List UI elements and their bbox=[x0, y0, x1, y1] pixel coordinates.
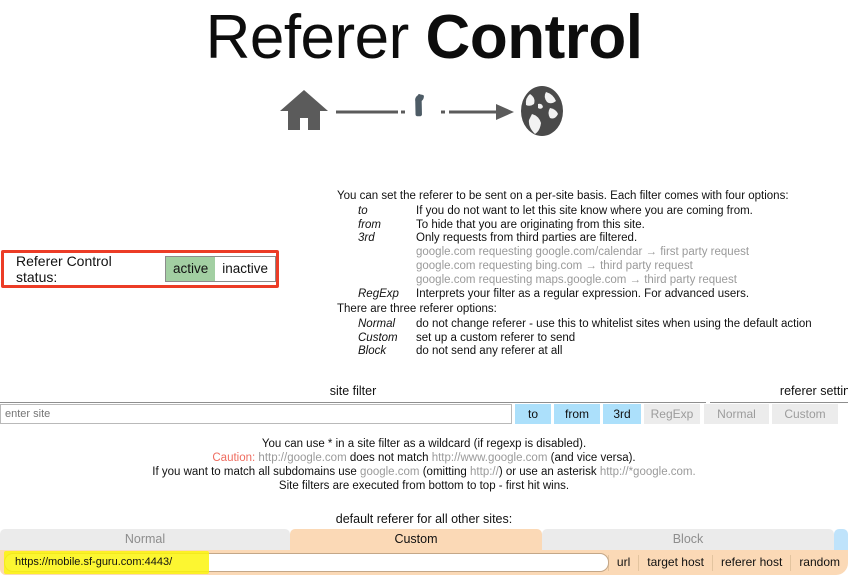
caution-line3-e: ) or use an asterisk bbox=[498, 466, 597, 478]
site-filter-input[interactable] bbox=[0, 404, 512, 424]
desc-row-3rd: 3rd Only requests from third parties are… bbox=[337, 232, 789, 246]
status-option-inactive[interactable]: inactive bbox=[215, 257, 275, 281]
desc-row-to: to If you do not want to let this site k… bbox=[337, 205, 789, 219]
site-filter-heading: site filter bbox=[329, 384, 377, 398]
referer-settings-divider bbox=[710, 402, 848, 403]
status-option-active[interactable]: active bbox=[165, 257, 216, 281]
default-referer-tabs: Normal Custom Block bbox=[0, 529, 848, 550]
filter-options-description: You can set the referer to be sent on a … bbox=[337, 190, 789, 301]
filter-option-3rd[interactable]: 3rd bbox=[603, 404, 641, 424]
referer-preset-referer-host[interactable]: referer host bbox=[713, 550, 790, 575]
status-row: Referer Control status: active inactive bbox=[4, 253, 276, 285]
filter-option-to[interactable]: to bbox=[515, 404, 551, 424]
caution-text: You can use * in a site filter as a wild… bbox=[0, 437, 848, 493]
caution-line3-d: http:// bbox=[470, 466, 499, 478]
custom-referer-url-wrapper: https://mobile.sf-guru.com:4443/ bbox=[4, 551, 609, 574]
section-headers: site filter referer settin bbox=[0, 384, 848, 402]
referer-option-normal[interactable]: Normal bbox=[704, 404, 769, 424]
referer-settings-heading: referer settin bbox=[779, 384, 848, 398]
caution-phrase: does not match bbox=[349, 452, 429, 464]
referer-preset-url[interactable]: url bbox=[609, 550, 638, 575]
referer-preset-random[interactable]: random bbox=[791, 550, 848, 575]
globe-icon bbox=[521, 86, 563, 136]
page-title-part-one: Referer bbox=[205, 3, 410, 72]
desc-row-normal: Normal do not change referer - use this … bbox=[337, 318, 812, 332]
flow-diagram-icon bbox=[280, 86, 563, 136]
desc-two-lead: There are three referer options: bbox=[337, 303, 497, 315]
caution-line-3: If you want to match all subdomains use … bbox=[0, 465, 848, 479]
status-annotation-box: Referer Control status: active inactive bbox=[1, 250, 279, 288]
referer-option-custom[interactable]: Custom bbox=[772, 404, 838, 424]
desc-value-regexp: Interprets your filter as a regular expr… bbox=[416, 287, 750, 300]
tab-normal[interactable]: Normal bbox=[0, 529, 290, 550]
filter-option-regexp[interactable]: RegExp bbox=[644, 404, 700, 424]
page-title-part-two: Control bbox=[425, 3, 643, 72]
referer-preset-target-host[interactable]: target host bbox=[639, 550, 712, 575]
desc-one-lead: You can set the referer to be sent on a … bbox=[337, 190, 789, 202]
desc-row-custom: Custom set up a custom referer to send bbox=[337, 332, 812, 346]
caution-line3-b: google.com bbox=[360, 466, 420, 478]
desc-key-to: to bbox=[358, 204, 368, 217]
page-title: Referer Control bbox=[0, 2, 848, 74]
page-header: Referer Control bbox=[0, 0, 848, 140]
custom-referer-url-input[interactable] bbox=[4, 553, 609, 572]
status-label: Referer Control status: bbox=[16, 253, 112, 285]
logo-illustration bbox=[0, 84, 848, 140]
caution-line3-a: If you want to match all subdomains use bbox=[152, 466, 357, 478]
status-toggle[interactable]: active inactive bbox=[164, 256, 276, 282]
desc-value-from: To hide that you are originating from th… bbox=[416, 218, 645, 231]
wrench-icon bbox=[415, 93, 424, 117]
default-referer-row: https://mobile.sf-guru.com:4443/ url tar… bbox=[0, 550, 848, 575]
filter-row: to from 3rd RegExp Normal Custom bbox=[0, 404, 848, 424]
caution-line3-c: (omitting bbox=[422, 466, 467, 478]
desc-key-normal: Normal bbox=[358, 317, 396, 330]
desc-value-to: If you do not want to let this site know… bbox=[416, 204, 753, 217]
home-icon bbox=[280, 90, 328, 130]
desc-row-from: from To hide that you are originating fr… bbox=[337, 219, 789, 233]
arrow-right-icon bbox=[496, 104, 514, 120]
desc-value-custom: set up a custom referer to send bbox=[416, 331, 576, 344]
caution-line-1: You can use * in a site filter as a wild… bbox=[261, 438, 587, 450]
desc-example-2: google.com requesting bing.com → third p… bbox=[416, 259, 693, 272]
default-referer-heading: default referer for all other sites: bbox=[335, 512, 513, 526]
caution-warn-label: Caution: bbox=[212, 452, 256, 464]
tab-custom[interactable]: Custom bbox=[290, 529, 542, 550]
caution-url-b: http://www.google.com bbox=[431, 452, 548, 464]
desc-value-3rd: Only requests from third parties are fil… bbox=[416, 232, 638, 245]
caution-line-4: Site filters are executed from bottom to… bbox=[278, 480, 570, 492]
caution-url-a: http://google.com bbox=[258, 452, 347, 464]
desc-key-custom: Custom bbox=[358, 331, 398, 344]
desc-key-block: Block bbox=[358, 345, 387, 358]
desc-key-regexp: RegExp bbox=[358, 287, 399, 300]
site-filter-divider bbox=[0, 402, 706, 403]
desc-value-block: do not send any referer at all bbox=[416, 345, 563, 358]
desc-value-normal: do not change referer - use this to whit… bbox=[416, 317, 812, 330]
tab-overflow-edge[interactable] bbox=[834, 529, 848, 550]
caution-line-2: Caution: http://google.com does not matc… bbox=[0, 451, 848, 465]
referer-options-description: There are three referer options: Normal … bbox=[337, 303, 812, 359]
desc-row-regexp: RegExp Interprets your filter as a regul… bbox=[337, 288, 789, 302]
desc-key-3rd: 3rd bbox=[358, 232, 375, 245]
tab-block[interactable]: Block bbox=[542, 529, 834, 550]
desc-row-block: Block do not send any referer at all bbox=[337, 345, 812, 359]
filter-option-from[interactable]: from bbox=[554, 404, 600, 424]
desc-example-1: google.com requesting google.com/calenda… bbox=[416, 246, 750, 259]
desc-example-3: google.com requesting maps.google.com → … bbox=[416, 273, 737, 286]
caution-line3-f: http://*google.com. bbox=[599, 466, 696, 478]
desc-key-from: from bbox=[358, 218, 381, 231]
caution-tail: (and vice versa). bbox=[550, 452, 636, 464]
